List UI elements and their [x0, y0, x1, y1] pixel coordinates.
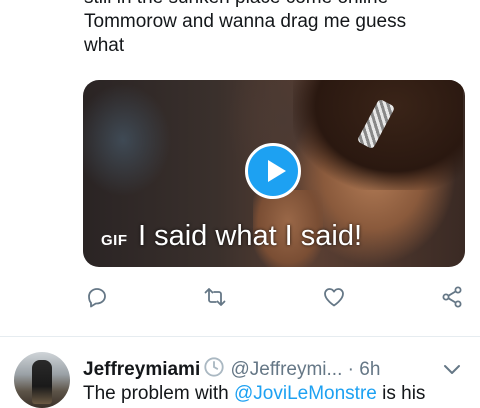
- retweet-button[interactable]: [200, 282, 230, 312]
- play-button[interactable]: [245, 143, 301, 199]
- retweet-icon: [204, 288, 226, 306]
- tweet-text-segment: is his: [376, 383, 426, 404]
- chevron-down-icon[interactable]: [440, 357, 464, 381]
- clock-icon: [204, 357, 224, 377]
- share-button[interactable]: [437, 282, 467, 312]
- tweet-text-line: what: [84, 35, 125, 56]
- play-icon: [268, 160, 286, 182]
- tweet-text-segment: The problem with: [83, 383, 235, 404]
- separator-dot: ·: [347, 359, 354, 380]
- like-button[interactable]: [319, 282, 349, 312]
- user-handle[interactable]: @Jeffreymi...: [231, 359, 343, 380]
- tweet-actions: [0, 282, 480, 312]
- tweet-time[interactable]: 6h: [359, 359, 380, 380]
- tweet-text: The problem with @JoviLeMonstre is his: [83, 382, 425, 406]
- mention-link[interactable]: @JoviLeMonstre: [234, 383, 377, 404]
- share-icon: [442, 286, 462, 308]
- reply-icon: [88, 288, 106, 308]
- gif-badge: GIF: [101, 232, 128, 249]
- tweet-text-line: Tommorow and wanna drag me guess: [84, 11, 407, 32]
- tweet-header: Jeffreymiami @Jeffreymi... · 6h: [83, 356, 380, 380]
- heart-icon: [324, 288, 344, 307]
- tweet-text-line: still in the sunken place come online: [84, 0, 464, 10]
- gif-caption: I said what I said!: [138, 220, 363, 252]
- display-name[interactable]: Jeffreymiami: [83, 359, 200, 380]
- gif-media[interactable]: GIF I said what I said!: [83, 80, 465, 267]
- tweet-text: still in the sunken place come online To…: [84, 0, 464, 58]
- tweet-divider: [0, 336, 480, 337]
- avatar-figure: [32, 360, 52, 404]
- reply-button[interactable]: [82, 282, 112, 312]
